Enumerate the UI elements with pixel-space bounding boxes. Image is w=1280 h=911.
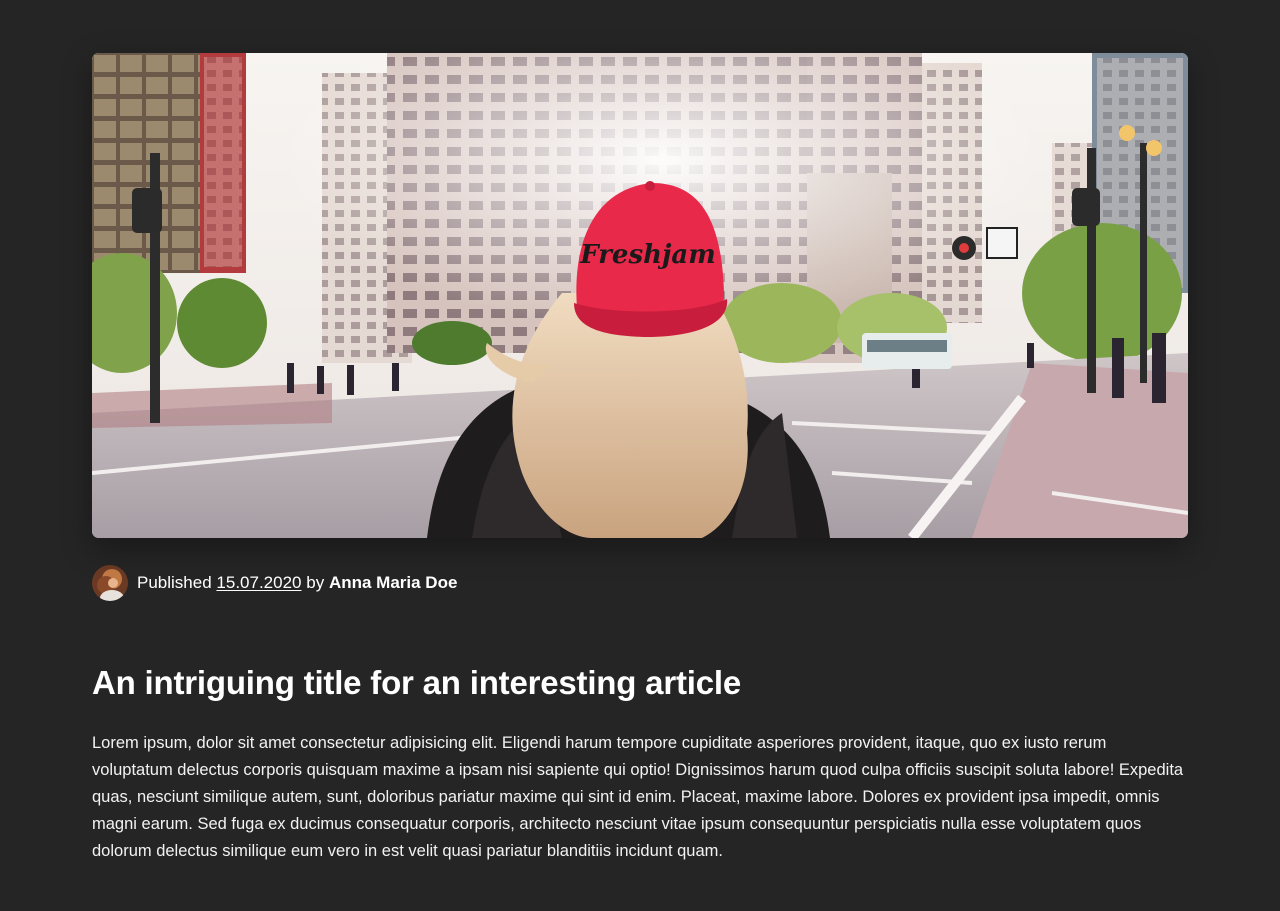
- city-street-photo: Freshjam: [92, 53, 1188, 538]
- hero-image: Freshjam: [92, 53, 1188, 538]
- article-body: Lorem ipsum, dolor sit amet consectetur …: [92, 734, 1184, 860]
- author-avatar: [92, 565, 128, 601]
- article-title: An intriguing title for an interesting a…: [92, 664, 742, 701]
- published-label: Published: [137, 573, 212, 592]
- cap-logo: Freshjam: [579, 240, 716, 270]
- article-meta: Published 15.07.2020 by Anna Maria Doe: [92, 565, 1188, 601]
- author-name: Anna Maria Doe: [328, 573, 458, 592]
- by-label: by: [306, 573, 325, 592]
- publish-date-link[interactable]: 15.07.2020: [216, 573, 301, 593]
- article: Freshjam Published 15.07.2020 by Anna Ma…: [92, 53, 1188, 865]
